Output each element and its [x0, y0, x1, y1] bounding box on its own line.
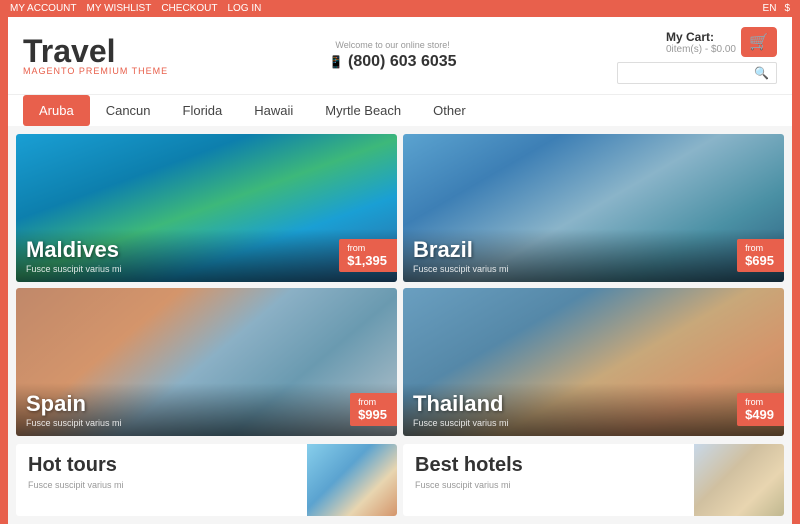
nav-item-cancun[interactable]: Cancun — [90, 95, 167, 126]
bottom-card-image — [694, 444, 784, 516]
tour-card-thailand[interactable]: Thailand Fusce suscipit varius mi from $… — [403, 288, 784, 436]
price-from-label: from — [358, 397, 387, 407]
currency-selector[interactable]: $ — [784, 3, 790, 14]
nav-item-aruba[interactable]: Aruba — [23, 95, 90, 126]
top-bar: MY ACCOUNT MY WISHLIST CHECKOUT LOG IN E… — [0, 0, 800, 17]
main-wrapper: Travel MAGENTO PREMIUM THEME Welcome to … — [8, 17, 792, 524]
tour-name: Brazil — [413, 237, 774, 263]
header-right: My Cart: 0item(s) - $0.00 🛒 🔍 — [617, 27, 777, 84]
cart-price: 0item(s) - $0.00 — [666, 44, 736, 55]
content: Maldives Fusce suscipit varius mi from $… — [8, 126, 792, 524]
nav-item-myrtle-beach[interactable]: Myrtle Beach — [309, 95, 417, 126]
bottom-grid: Hot tours Fusce suscipit varius mi Best … — [16, 444, 784, 516]
bottom-card-text: Best hotels Fusce suscipit varius mi — [403, 444, 694, 516]
top-bar-right: EN $ — [763, 3, 790, 14]
language-selector[interactable]: EN — [763, 3, 777, 14]
price-from-label: from — [745, 397, 774, 407]
search-bar: 🔍 — [617, 62, 777, 84]
tour-name: Spain — [26, 391, 387, 417]
bottom-bg — [694, 444, 784, 516]
header-center: Welcome to our online store! 📱 (800) 603… — [329, 40, 457, 71]
header: Travel MAGENTO PREMIUM THEME Welcome to … — [8, 17, 792, 94]
price-badge: from $995 — [350, 393, 397, 426]
nav-item-florida[interactable]: Florida — [167, 95, 239, 126]
phone-number: 📱 (800) 603 6035 — [329, 53, 457, 71]
tour-name: Maldives — [26, 237, 387, 263]
bottom-card-best-hotels[interactable]: Best hotels Fusce suscipit varius mi — [403, 444, 784, 516]
logo-subtitle: MAGENTO PREMIUM THEME — [23, 67, 168, 76]
tour-overlay: Brazil Fusce suscipit varius mi — [403, 229, 784, 282]
cart-label: My Cart: — [666, 30, 736, 44]
tour-name: Thailand — [413, 391, 774, 417]
price-from-label: from — [347, 243, 387, 253]
checkout-link[interactable]: CHECKOUT — [161, 3, 217, 14]
my-account-link[interactable]: MY ACCOUNT — [10, 3, 77, 14]
navigation: ArubaCancunFloridaHawaiiMyrtle BeachOthe… — [8, 94, 792, 126]
tour-card-spain[interactable]: Spain Fusce suscipit varius mi from $995 — [16, 288, 397, 436]
price-badge: from $499 — [737, 393, 784, 426]
bottom-card-title: Hot tours — [28, 454, 295, 477]
logo-title: Travel — [23, 35, 168, 67]
tour-grid: Maldives Fusce suscipit varius mi from $… — [16, 134, 784, 436]
logo: Travel MAGENTO PREMIUM THEME — [23, 35, 168, 76]
cart-area: My Cart: 0item(s) - $0.00 🛒 — [666, 27, 777, 57]
bottom-card-title: Best hotels — [415, 454, 682, 477]
bottom-bg — [307, 444, 397, 516]
tour-overlay: Thailand Fusce suscipit varius mi — [403, 383, 784, 436]
bottom-card-desc: Fusce suscipit varius mi — [28, 480, 295, 490]
bottom-card-desc: Fusce suscipit varius mi — [415, 480, 682, 490]
tour-card-maldives[interactable]: Maldives Fusce suscipit varius mi from $… — [16, 134, 397, 282]
welcome-text: Welcome to our online store! — [329, 40, 457, 50]
bottom-card-text: Hot tours Fusce suscipit varius mi — [16, 444, 307, 516]
price-from-label: from — [745, 243, 774, 253]
login-link[interactable]: LOG IN — [227, 3, 261, 14]
cart-icon[interactable]: 🛒 — [741, 27, 777, 57]
tour-desc: Fusce suscipit varius mi — [26, 418, 387, 428]
tour-card-brazil[interactable]: Brazil Fusce suscipit varius mi from $69… — [403, 134, 784, 282]
phone-icon: 📱 — [329, 55, 344, 69]
search-icon[interactable]: 🔍 — [754, 66, 769, 80]
tour-desc: Fusce suscipit varius mi — [413, 418, 774, 428]
bottom-card-hot-tours[interactable]: Hot tours Fusce suscipit varius mi — [16, 444, 397, 516]
tour-desc: Fusce suscipit varius mi — [26, 264, 387, 274]
search-input[interactable] — [624, 67, 754, 79]
tour-overlay: Spain Fusce suscipit varius mi — [16, 383, 397, 436]
price-badge: from $1,395 — [339, 239, 397, 272]
nav-item-other[interactable]: Other — [417, 95, 482, 126]
my-wishlist-link[interactable]: MY WISHLIST — [87, 3, 152, 14]
top-bar-left: MY ACCOUNT MY WISHLIST CHECKOUT LOG IN — [10, 3, 261, 14]
nav-item-hawaii[interactable]: Hawaii — [238, 95, 309, 126]
price-badge: from $695 — [737, 239, 784, 272]
bottom-card-image — [307, 444, 397, 516]
tour-desc: Fusce suscipit varius mi — [413, 264, 774, 274]
